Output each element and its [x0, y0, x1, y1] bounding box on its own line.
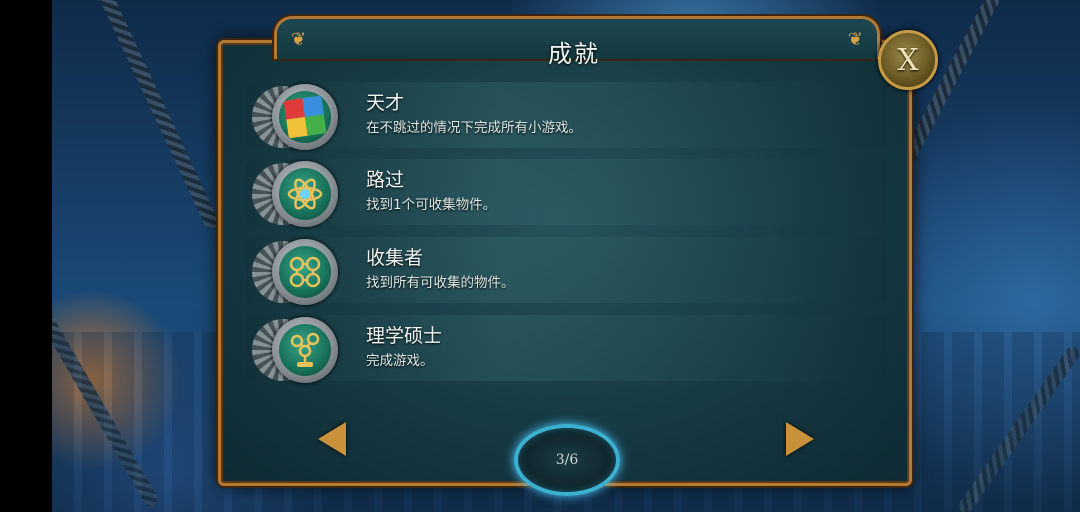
achievement-row-passerby: 路过 找到1个可收集物件。: [246, 159, 886, 227]
achievement-description: 找到1个可收集物件。: [366, 197, 497, 213]
achievement-row-master: 理学硕士 完成游戏。: [246, 315, 886, 383]
molecules-icon: [289, 256, 321, 288]
page-title: 成就: [548, 40, 600, 68]
previous-page-arrow-icon[interactable]: [318, 422, 346, 456]
achievement-row-collector: 收集者 找到所有可收集的物件。: [246, 237, 886, 305]
page-indicator: 3/6: [514, 424, 620, 496]
achievement-medal: [272, 317, 338, 383]
achievement-medal: [272, 239, 338, 305]
achievement-name: 路过: [366, 169, 405, 191]
achievement-name: 天才: [366, 92, 405, 114]
close-button[interactable]: X: [878, 30, 938, 90]
close-icon: X: [897, 42, 919, 78]
achievement-description: 完成游戏。: [366, 353, 434, 369]
achievement-name: 理学硕士: [366, 325, 443, 347]
rope: [97, 0, 221, 231]
atom-icon: [287, 178, 323, 210]
left-bar: [0, 0, 52, 512]
achievement-description: 找到所有可收集的物件。: [366, 275, 515, 291]
achievement-description: 在不跳过的情况下完成所有小游戏。: [366, 120, 582, 136]
puzzle-icon: [283, 95, 327, 139]
achievement-medal: [272, 84, 338, 150]
achievement-name: 收集者: [366, 247, 424, 269]
page-number: 3/6: [555, 452, 579, 468]
trophy-icon: [290, 332, 320, 367]
achievement-row-genius: 天才 在不跳过的情况下完成所有小游戏。: [246, 82, 886, 150]
achievement-medal: [272, 161, 338, 227]
next-page-arrow-icon[interactable]: [786, 422, 814, 456]
